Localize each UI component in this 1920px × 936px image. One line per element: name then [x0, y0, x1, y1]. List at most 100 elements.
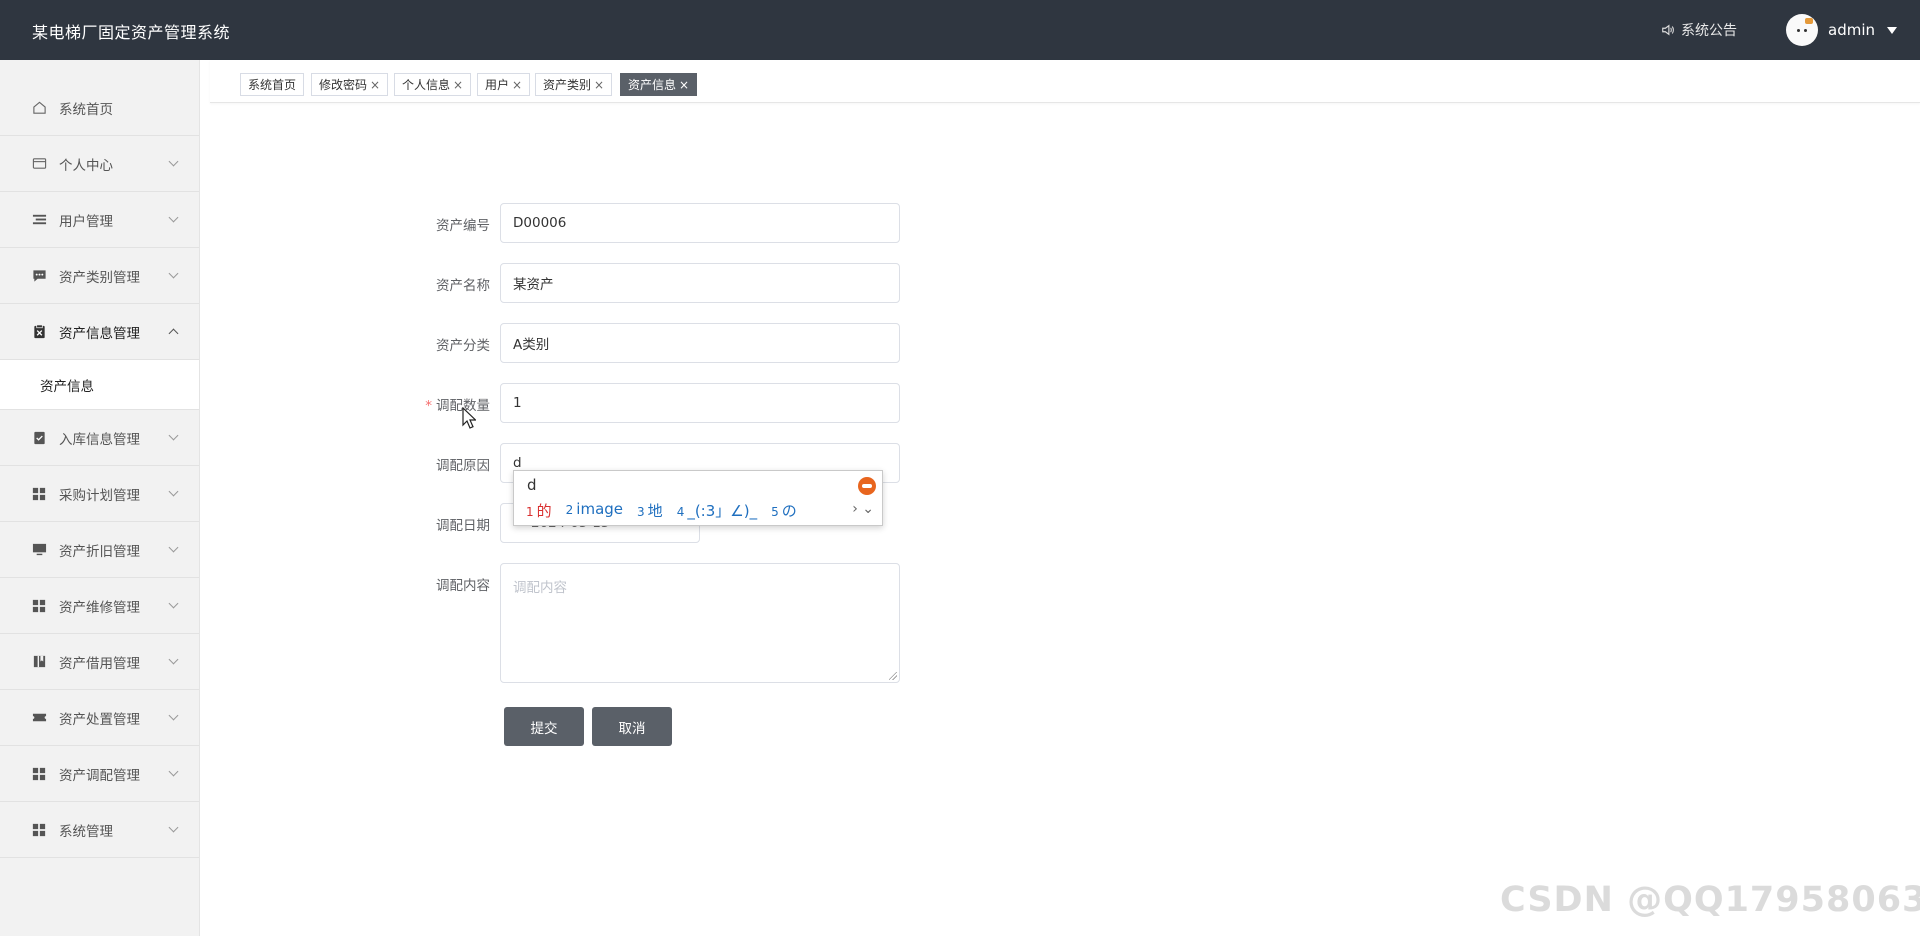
list-icon	[31, 212, 47, 228]
content-placeholder: 调配内容	[513, 580, 567, 596]
chevron-up-icon	[168, 328, 179, 339]
sidebar-item-asset-info[interactable]: 资产信息管理	[0, 304, 199, 360]
tab-asset-info[interactable]: 资产信息 ×	[620, 73, 698, 96]
sidebar-item-home[interactable]: 系统首页	[0, 80, 199, 136]
sidebar-item-label: 系统管理	[59, 823, 113, 840]
grid-icon	[31, 766, 47, 782]
sidebar-item-procurement[interactable]: 采购计划管理	[0, 466, 199, 522]
ime-candidate[interactable]: 4 _(:3」∠)_	[677, 500, 757, 521]
reason-label: 调配原因	[436, 458, 490, 474]
watermark: CSDN @QQ1795806396	[1500, 880, 1920, 920]
tab-label: 资产信息	[628, 78, 677, 92]
sidebar-item-system[interactable]: 系统管理	[0, 802, 199, 858]
quantity-field[interactable]: 1	[500, 383, 900, 423]
submit-button[interactable]: 提交	[504, 707, 584, 746]
sidebar-item-user-management[interactable]: 用户管理	[0, 192, 199, 248]
sidebar-item-maintenance[interactable]: 资产维修管理	[0, 578, 199, 634]
date-label: 调配日期	[436, 518, 490, 534]
app-title: 某电梯厂固定资产管理系统	[32, 23, 231, 42]
sidebar: 系统首页 个人中心 用户管理 资产类别管理 资产信息管理 资产信息 入库信息管理	[0, 60, 200, 936]
tab-label: 用户	[485, 78, 510, 92]
ime-composition: d	[527, 476, 537, 494]
close-icon[interactable]: ×	[453, 78, 463, 92]
asset-no-field[interactable]: D00006	[500, 203, 900, 243]
asset-category-label: 资产分类	[436, 338, 490, 354]
chevron-down-icon	[168, 156, 179, 167]
grid-icon	[31, 486, 47, 502]
sidebar-item-personal-center[interactable]: 个人中心	[0, 136, 199, 192]
system-notice-link[interactable]: 系统公告	[1661, 20, 1737, 40]
sidebar-item-label: 资产信息管理	[59, 325, 140, 342]
sidebar-item-label: 资产调配管理	[59, 767, 140, 784]
grid-icon	[31, 822, 47, 838]
chevron-down-icon	[168, 598, 179, 609]
ime-logo-icon	[858, 477, 876, 495]
close-icon[interactable]: ×	[370, 78, 380, 92]
sidebar-item-borrowing[interactable]: 资产借用管理	[0, 634, 199, 690]
chevron-down-icon	[168, 430, 179, 441]
tag-view-bar: 系统首页 修改密码 × 个人信息 × 用户 × 资产类别 × 资产信息 ×	[210, 60, 1920, 103]
chevron-down-icon	[168, 654, 179, 665]
cancel-button[interactable]: 取消	[592, 707, 672, 746]
book-icon	[31, 654, 47, 670]
tab-users[interactable]: 用户 ×	[477, 73, 531, 96]
sidebar-subitem-label: 资产信息	[40, 378, 94, 395]
ime-candidate[interactable]: 3地	[637, 500, 663, 521]
tab-label: 修改密码	[319, 78, 368, 92]
ime-candidate[interactable]: 2 image	[566, 500, 623, 521]
tab-label: 个人信息	[402, 78, 451, 92]
close-icon[interactable]: ×	[594, 78, 604, 92]
monitor-icon	[31, 542, 47, 558]
chevron-down-icon	[168, 486, 179, 497]
resize-handle-icon[interactable]	[889, 672, 897, 680]
tab-home[interactable]: 系统首页	[240, 73, 305, 96]
tab-change-password[interactable]: 修改密码 ×	[311, 73, 389, 96]
sidebar-item-disposal[interactable]: 资产处置管理	[0, 690, 199, 746]
sidebar-item-label: 用户管理	[59, 213, 113, 230]
tab-personal-info[interactable]: 个人信息 ×	[394, 73, 472, 96]
close-icon[interactable]: ×	[512, 78, 522, 92]
tab-label: 资产类别	[543, 78, 592, 92]
notice-label: 系统公告	[1681, 23, 1737, 39]
chat-icon	[31, 268, 47, 284]
sidebar-item-label: 资产折旧管理	[59, 543, 140, 560]
chevron-down-icon	[168, 542, 179, 553]
content-label: 调配内容	[436, 578, 490, 594]
sidebar-item-inbound[interactable]: 入库信息管理	[0, 410, 199, 466]
ticket-icon	[31, 710, 47, 726]
top-header: 某电梯厂固定资产管理系统 系统公告 admin	[0, 0, 1920, 60]
avatar	[1786, 14, 1818, 46]
quantity-label: * 调配数量	[425, 394, 490, 414]
sidebar-menu: 系统首页 个人中心 用户管理 资产类别管理 资产信息管理 资产信息 入库信息管理	[0, 80, 199, 858]
username: admin	[1828, 21, 1875, 39]
sidebar-item-label: 入库信息管理	[59, 431, 140, 448]
sidebar-item-asset-category[interactable]: 资产类别管理	[0, 248, 199, 304]
sidebar-item-depreciation[interactable]: 资产折旧管理	[0, 522, 199, 578]
ime-candidates: 1的 2 image 3地 4 _(:3」∠)_ 5の	[526, 500, 797, 521]
ime-candidate[interactable]: 1的	[526, 500, 552, 521]
close-icon[interactable]: ×	[679, 78, 689, 92]
ime-candidate[interactable]: 5の	[771, 500, 797, 521]
sidebar-item-label: 资产处置管理	[59, 711, 140, 728]
clipboard-icon	[31, 324, 47, 340]
grid-icon	[31, 598, 47, 614]
checklist-icon	[31, 430, 47, 446]
asset-no-label: 资产编号	[436, 218, 490, 234]
sidebar-item-allocation[interactable]: 资产调配管理	[0, 746, 199, 802]
user-menu[interactable]: admin	[1786, 14, 1897, 46]
content-textarea[interactable]: 调配内容	[500, 563, 900, 683]
caret-down-icon	[1887, 26, 1897, 34]
asset-category-field[interactable]: A类别	[500, 323, 900, 363]
sidebar-item-label: 个人中心	[59, 157, 113, 174]
tab-label: 系统首页	[248, 78, 297, 92]
sidebar-item-label: 资产借用管理	[59, 655, 140, 672]
chevron-down-icon	[168, 822, 179, 833]
home-icon	[31, 100, 47, 116]
asset-name-label: 资产名称	[436, 278, 490, 294]
card-icon	[31, 156, 47, 172]
ime-next-page-icon[interactable]: › ⌄	[852, 501, 874, 517]
tab-asset-category[interactable]: 资产类别 ×	[535, 73, 613, 96]
asset-name-field[interactable]: 某资产	[500, 263, 900, 303]
sidebar-subitem-asset-info[interactable]: 资产信息	[0, 360, 199, 410]
chevron-down-icon	[168, 710, 179, 721]
